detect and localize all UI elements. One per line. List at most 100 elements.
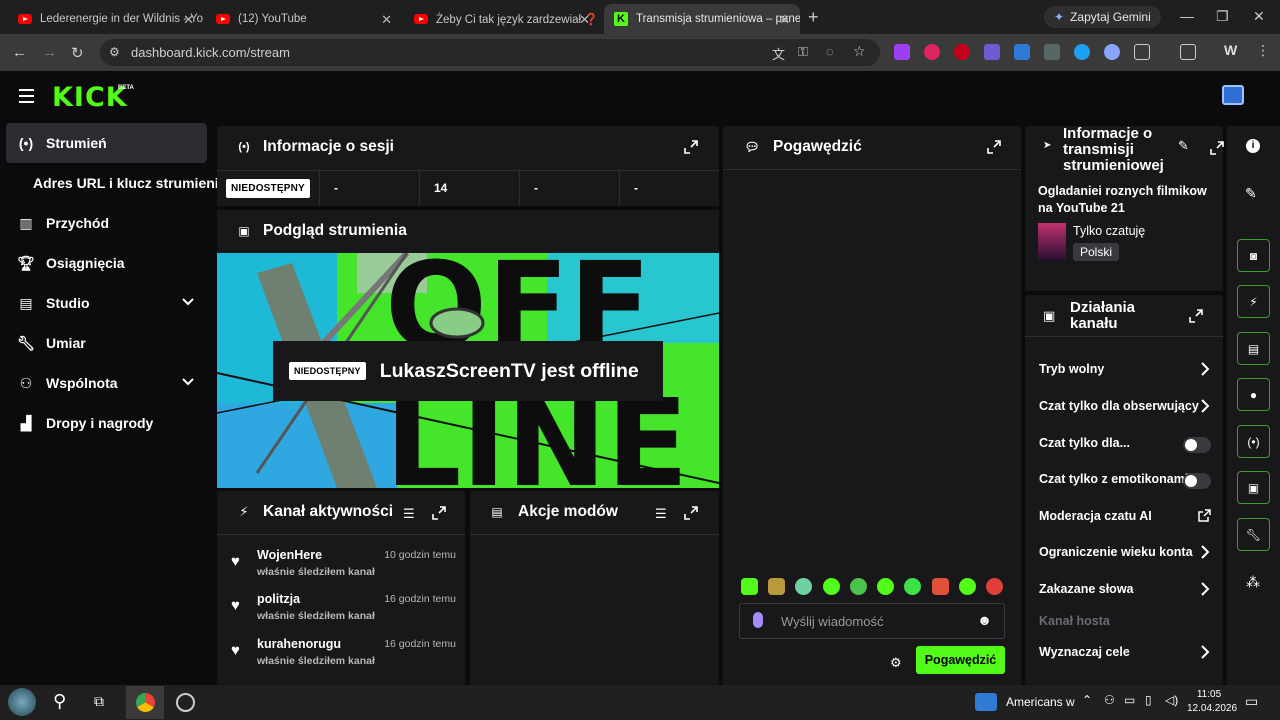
forward-icon[interactable]: → [42,44,57,61]
chat-input-placeholder[interactable]: Wyślij wiadomość [781,614,883,629]
category-thumbnail[interactable] [1038,223,1066,260]
category-name[interactable]: Tylko czatuję [1073,224,1145,238]
notifications-icon[interactable]: ▭ [1245,693,1258,710]
lightning-icon[interactable]: ⚡︎ [1237,285,1270,318]
popout-icon[interactable] [987,140,1001,154]
filter-icon[interactable]: ☰ [403,506,415,522]
start-orb-icon[interactable] [8,688,36,716]
tab-search-icon[interactable] [1180,44,1196,60]
close-icon[interactable]: ✕ [579,12,590,28]
chat-bubble-icon[interactable]: ● [1237,378,1270,411]
password-key-icon[interactable]: ⚿ [798,44,808,60]
browser-menu-icon[interactable]: ⋮ [1256,42,1270,59]
new-tab-icon[interactable]: + [808,7,819,28]
follower-name[interactable]: politzja [257,592,300,606]
popout-icon[interactable] [432,506,446,520]
follower-name[interactable]: kurahenorugu [257,637,341,651]
send-chat-button[interactable]: Pogawędzić [916,646,1005,674]
account-age-row[interactable]: Ograniczenie wieku konta [1039,537,1211,567]
sidebar-item-studio[interactable]: ▤ Studio [6,283,207,323]
search-icon[interactable]: ⚲ [53,691,66,712]
wrench-icon[interactable]: 🔧︎ [1237,518,1270,551]
edit-pencil-icon[interactable]: ✎ [1178,138,1189,154]
document-icon[interactable]: ▤ [1237,332,1270,365]
tray-network-icon[interactable]: ▭ [1124,693,1135,707]
emoji-picker-icon[interactable]: ☻ [977,612,992,628]
emote-icon[interactable] [822,578,840,595]
popout-icon[interactable] [1189,309,1203,323]
back-icon[interactable]: ← [12,44,27,61]
extension-swirl-icon[interactable] [1074,44,1090,60]
user-avatar[interactable] [1222,85,1244,105]
tray-volume-icon[interactable]: ◁) [1165,693,1178,707]
community-icon[interactable]: ⁂ [1246,574,1260,591]
list-item[interactable]: ♥ kurahenorugu właśnie śledziłem kanał 1… [231,637,456,677]
ai-moderation-row[interactable]: Moderacja czatu AI [1039,501,1211,531]
minimize-icon[interactable]: — [1180,8,1194,24]
extension-drop-icon[interactable] [924,44,940,60]
sidebar-item-drops[interactable]: ▟ Dropy i nagrody [6,403,207,443]
tray-chevron-icon[interactable]: ⌃ [1082,693,1092,707]
extension-shield-icon[interactable] [1044,44,1060,60]
browser-tab[interactable]: Lederenergie in der Wildnis - Yo ✕ [8,4,204,34]
browser-tab-active[interactable]: K Transmisja strumieniowa – pane ✕ [604,4,800,34]
slow-mode-row[interactable]: Tryb wolny [1039,354,1211,384]
chat-settings-icon[interactable]: ⚙ [890,655,902,671]
info-icon[interactable]: i [1246,139,1260,153]
eye-off-icon[interactable]: ◌ [826,44,834,59]
emote-icon[interactable] [877,578,895,595]
close-icon[interactable]: ✕ [183,12,194,28]
extension-circle-icon[interactable] [1104,44,1120,60]
sidebar-item-stream[interactable]: (•) Strumień [6,123,207,163]
tray-battery-icon[interactable]: ▯ [1145,693,1152,707]
extension-ublock-icon[interactable] [954,44,970,60]
list-item[interactable]: ♥ politzja właśnie śledziłem kanał 16 go… [231,592,456,632]
task-view-icon[interactable]: ⧉ [94,693,104,710]
chevron-down-icon[interactable] [181,295,195,309]
restore-icon[interactable]: ❐ [1216,8,1229,25]
emote-only-toggle[interactable] [1183,473,1211,489]
taskbar-chrome-active[interactable] [126,686,164,719]
kick-logo[interactable]: KICK [52,84,128,111]
close-icon[interactable]: ✕ [381,12,392,28]
emote-icon[interactable] [768,578,786,595]
gemini-button[interactable]: ✦ Zapytaj Gemini [1044,6,1161,28]
edit-pencil-icon[interactable]: ✎ [1245,185,1257,202]
extension-people-icon[interactable] [1014,44,1030,60]
chevron-down-icon[interactable] [181,375,195,389]
emote-icon[interactable] [904,578,922,595]
popout-icon[interactable] [684,506,698,520]
news-widget-icon[interactable] [975,693,997,711]
extensions-puzzle-icon[interactable] [1134,44,1150,60]
emote-icon[interactable] [849,578,867,595]
emote-icon[interactable] [958,578,976,595]
emote-icon[interactable] [985,578,1003,595]
extension-grid-icon[interactable] [984,44,1000,60]
emote-icon[interactable] [795,578,813,595]
close-icon[interactable]: ✕ [779,12,790,28]
url-text[interactable]: dashboard.kick.com/stream [131,45,290,60]
microphone-icon[interactable] [753,612,763,628]
app-icon[interactable] [176,693,195,712]
chat-input[interactable]: Wyślij wiadomość ☻ [739,603,1005,639]
news-widget-text[interactable]: Americans w [1006,695,1075,709]
screenshot-icon[interactable]: ◙ [1237,239,1270,272]
site-settings-icon[interactable]: ⚙ [109,45,120,59]
profile-icon[interactable]: W [1224,42,1237,58]
sidebar-item-community[interactable]: ⚇ Wspólnota [6,363,207,403]
browser-tab[interactable]: Żeby Ci tak język zardzewiał ❓ ✕ [404,4,600,34]
sidebar-item-moderation[interactable]: 🔧︎ Umiar [6,323,207,363]
channel-actions-icon[interactable]: ▣ [1237,471,1270,504]
sidebar-item-stream-url-key[interactable]: Adres URL i klucz strumienia [33,163,226,203]
window-close-icon[interactable]: ✕ [1253,8,1265,25]
set-goals-row[interactable]: Wyznaczaj cele [1039,637,1211,667]
clock[interactable]: 11:05 12.04.2026 [1187,688,1237,716]
bookmark-star-icon[interactable]: ☆ [853,43,866,60]
popout-icon[interactable] [1210,141,1224,155]
emote-icon[interactable] [931,578,949,595]
extension-download-icon[interactable] [894,44,910,60]
omnibox[interactable]: ⚙ dashboard.kick.com/stream 文 ⚿ ◌ ☆ [100,39,880,66]
broadcast-icon[interactable]: (•) [1237,425,1270,458]
hamburger-menu-icon[interactable] [19,89,34,103]
subscribers-only-toggle[interactable] [1183,437,1211,453]
